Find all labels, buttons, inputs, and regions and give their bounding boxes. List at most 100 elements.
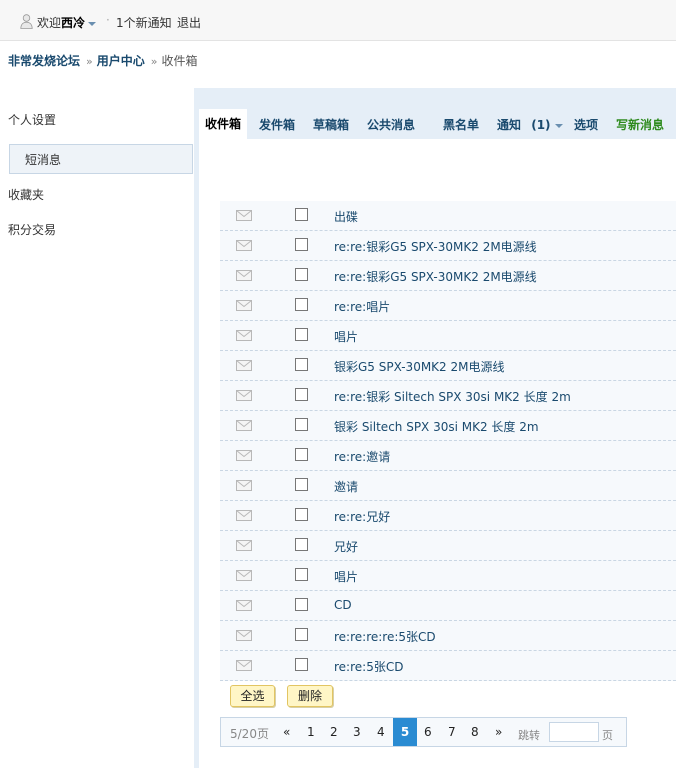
message-checkbox[interactable]: [295, 478, 308, 491]
message-checkbox[interactable]: [295, 538, 308, 551]
jump-page-input[interactable]: [549, 722, 599, 742]
message-subject-link[interactable]: 出碟: [334, 208, 358, 225]
user-icon: [20, 14, 33, 29]
message-checkbox[interactable]: [295, 508, 308, 521]
page-link-6[interactable]: 6: [424, 725, 432, 739]
envelope-icon: [236, 600, 252, 611]
sidebar-item-points-trade[interactable]: 积分交易: [0, 215, 202, 245]
message-row[interactable]: 兄好: [220, 531, 676, 561]
page-link-3[interactable]: 3: [353, 725, 361, 739]
envelope-icon: [236, 480, 252, 491]
message-row[interactable]: 唱片: [220, 321, 676, 351]
tab-outbox[interactable]: 发件箱: [259, 116, 295, 133]
message-subject-link[interactable]: re:re:银彩 Siltech SPX 30si MK2 长度 2m: [334, 388, 571, 405]
prev-page-link[interactable]: «: [283, 725, 290, 739]
page-link-7[interactable]: 7: [448, 725, 456, 739]
message-subject-link[interactable]: 兄好: [334, 538, 358, 555]
chevron-down-icon[interactable]: [554, 123, 563, 128]
message-checkbox[interactable]: [295, 658, 308, 671]
message-checkbox[interactable]: [295, 328, 308, 341]
message-subject-link[interactable]: CD: [334, 598, 352, 612]
tab-options[interactable]: 选项: [574, 116, 598, 133]
message-checkbox[interactable]: [295, 628, 308, 641]
page-link-4[interactable]: 4: [377, 725, 385, 739]
notice-link[interactable]: 1个新通知: [116, 14, 172, 31]
message-subject-link[interactable]: 邀请: [334, 478, 358, 495]
message-checkbox[interactable]: [295, 388, 308, 401]
message-row[interactable]: re:re:唱片: [220, 291, 676, 321]
sidebar-item-personal-settings[interactable]: 个人设置: [0, 105, 202, 135]
message-row[interactable]: CD: [220, 591, 676, 621]
message-row[interactable]: 银彩G5 SPX-30MK2 2M电源线: [220, 351, 676, 381]
message-checkbox[interactable]: [295, 448, 308, 461]
message-checkbox[interactable]: [295, 598, 308, 611]
message-row[interactable]: re:re:银彩G5 SPX-30MK2 2M电源线: [220, 261, 676, 291]
message-row[interactable]: re:re:银彩 Siltech SPX 30si MK2 长度 2m: [220, 381, 676, 411]
message-subject-link[interactable]: 唱片: [334, 568, 358, 585]
message-subject-link[interactable]: re:re:银彩G5 SPX-30MK2 2M电源线: [334, 268, 537, 285]
envelope-icon: [236, 660, 252, 671]
select-all-button[interactable]: 全选: [230, 685, 275, 707]
message-row[interactable]: 银彩 Siltech SPX 30si MK2 长度 2m: [220, 411, 676, 441]
message-list: 出碟 re:re:银彩G5 SPX-30MK2 2M电源线 re:re:银彩G5…: [220, 201, 676, 681]
page-info: 5/20页: [230, 727, 269, 741]
tab-inbox[interactable]: 收件箱: [199, 109, 247, 140]
message-row[interactable]: re:re:re:re:5张CD: [220, 621, 676, 651]
message-row[interactable]: 邀请: [220, 471, 676, 501]
envelope-icon: [236, 300, 252, 311]
envelope-icon: [236, 240, 252, 251]
message-subject-link[interactable]: re:re:唱片: [334, 298, 390, 315]
tab-notice-label: 通知: [497, 118, 522, 132]
message-checkbox[interactable]: [295, 208, 308, 221]
message-subject-link[interactable]: re:re:re:re:5张CD: [334, 628, 436, 645]
separator-dot: ·: [106, 13, 110, 27]
envelope-icon: [236, 570, 252, 581]
message-row[interactable]: re:re:兄好: [220, 501, 676, 531]
tab-public-messages[interactable]: 公共消息: [367, 116, 415, 133]
page-link-1[interactable]: 1: [307, 725, 315, 739]
next-page-link[interactable]: »: [495, 725, 502, 739]
chevron-down-icon[interactable]: [88, 21, 97, 26]
message-checkbox[interactable]: [295, 568, 308, 581]
delete-button[interactable]: 删除: [287, 685, 333, 707]
message-subject-link[interactable]: re:re:银彩G5 SPX-30MK2 2M电源线: [334, 238, 537, 255]
tab-notice-count: (1): [531, 118, 551, 132]
logout-link[interactable]: 退出: [177, 14, 201, 31]
breadcrumb-separator: »: [86, 55, 93, 68]
message-checkbox[interactable]: [295, 358, 308, 371]
username-link[interactable]: 西冷: [61, 16, 85, 30]
message-subject-link[interactable]: 银彩G5 SPX-30MK2 2M电源线: [334, 358, 505, 375]
envelope-icon: [236, 630, 252, 641]
sidebar-item-messages[interactable]: 短消息: [9, 144, 193, 174]
page-link-2[interactable]: 2: [330, 725, 338, 739]
message-subject-link[interactable]: re:re:5张CD: [334, 658, 403, 675]
tab-notice[interactable]: 通知 (1): [497, 116, 563, 133]
message-row[interactable]: re:re:邀请: [220, 441, 676, 471]
message-checkbox[interactable]: [295, 418, 308, 431]
message-subject-link[interactable]: re:re:邀请: [334, 448, 390, 465]
message-row[interactable]: 唱片: [220, 561, 676, 591]
page-link-8[interactable]: 8: [471, 725, 479, 739]
message-subject-link[interactable]: re:re:兄好: [334, 508, 390, 525]
breadcrumb-forum-link[interactable]: 非常发烧论坛: [8, 54, 80, 68]
message-subject-link[interactable]: 唱片: [334, 328, 358, 345]
jump-label: 跳转: [518, 729, 540, 742]
message-checkbox[interactable]: [295, 238, 308, 251]
message-row[interactable]: 出碟: [220, 201, 676, 231]
envelope-icon: [236, 540, 252, 551]
sidebar-item-favorites[interactable]: 收藏夹: [0, 180, 202, 210]
message-subject-link[interactable]: 银彩 Siltech SPX 30si MK2 长度 2m: [334, 418, 539, 435]
envelope-icon: [236, 330, 252, 341]
message-row[interactable]: re:re:银彩G5 SPX-30MK2 2M电源线: [220, 231, 676, 261]
envelope-icon: [236, 210, 252, 221]
message-row[interactable]: re:re:5张CD: [220, 651, 676, 681]
page-link-current[interactable]: 5: [393, 718, 417, 746]
tab-drafts[interactable]: 草稿箱: [313, 116, 349, 133]
page-unit-label: 页: [602, 729, 613, 742]
message-checkbox[interactable]: [295, 298, 308, 311]
breadcrumb-user-center-link[interactable]: 用户中心: [97, 54, 145, 68]
message-checkbox[interactable]: [295, 268, 308, 281]
tab-compose[interactable]: 写新消息: [616, 116, 664, 133]
tab-blacklist[interactable]: 黑名单: [443, 116, 479, 133]
top-bar: 欢迎西冷 · 1个新通知 退出: [0, 0, 676, 41]
